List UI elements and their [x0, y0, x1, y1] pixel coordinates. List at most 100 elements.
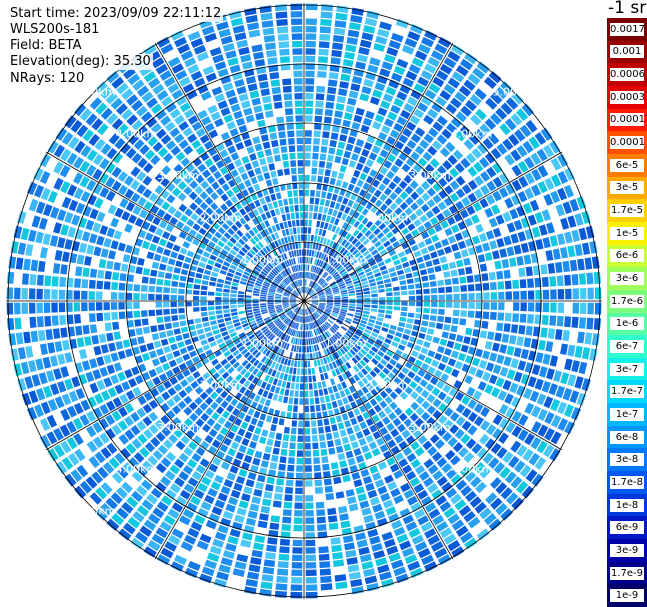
range-bin [163, 315, 171, 323]
colorbar-tick-label: 0.0001 [610, 136, 645, 150]
range-bin [281, 441, 289, 449]
range-bin [310, 405, 315, 412]
range-bin [304, 376, 308, 383]
range-bin [272, 94, 282, 102]
range-bin [305, 547, 316, 554]
colorbar-tick-label: 6e-5 [610, 158, 644, 172]
range-bin [171, 280, 179, 287]
range-bin [89, 268, 98, 278]
range-bin [222, 305, 230, 309]
range-bin [292, 55, 303, 63]
colorbar-segment: 0.0003 [607, 85, 647, 110]
range-bin [112, 272, 120, 281]
range-bin [324, 485, 333, 493]
colorbar-segment: 6e-7 [607, 335, 647, 359]
range-bin [51, 315, 59, 326]
range-bin [278, 463, 286, 471]
range-bin [311, 167, 318, 175]
radar-ppi-plot: 1.00km 1.00km 1.00km 1.00km 2.00km 2.00km 2.00… [6, 3, 602, 599]
range-bin [141, 318, 149, 326]
range-bin [320, 583, 333, 591]
range-bin [157, 271, 165, 278]
range-bin [437, 279, 445, 287]
range-bin [438, 287, 445, 294]
range-bin [296, 130, 303, 137]
range-bin [36, 302, 43, 314]
range-bin [330, 462, 339, 470]
range-bin [386, 292, 393, 297]
range-bin [118, 282, 126, 291]
range-bin [328, 79, 338, 87]
range-bin [305, 539, 316, 547]
range-bin [312, 145, 320, 153]
range-bin [525, 266, 533, 277]
range-bin [310, 190, 315, 197]
range-bin [150, 269, 158, 277]
range-bin [316, 85, 326, 93]
range-bin [481, 320, 489, 329]
range-bin [571, 274, 579, 286]
range-bin [304, 443, 311, 450]
range-bin [28, 302, 36, 314]
range-bin [267, 57, 278, 65]
range-bin [118, 292, 125, 300]
range-bin [163, 301, 170, 308]
range-bin [512, 279, 520, 289]
range-bin [331, 544, 342, 553]
range-bin [283, 168, 290, 176]
range-bin [401, 306, 408, 312]
range-bin [291, 175, 297, 182]
range-bin [279, 456, 287, 464]
range-bin [270, 79, 280, 87]
range-bin [547, 263, 556, 274]
range-bin [75, 325, 83, 336]
range-bin [555, 261, 563, 273]
range-bin [282, 509, 292, 517]
range-bin [59, 315, 67, 326]
range-bin [21, 288, 28, 300]
range-bin [431, 294, 438, 301]
colorbar-tick-label: 1e-8 [610, 498, 644, 512]
range-bin [300, 361, 304, 368]
range-bin [284, 494, 293, 502]
range-bin [296, 219, 300, 227]
range-bin [308, 212, 313, 219]
range-bin [103, 312, 111, 321]
range-bin [593, 318, 601, 331]
range-bin [319, 26, 331, 34]
range-bin [580, 288, 587, 300]
range-label: 5.00km [74, 86, 116, 99]
range-bin [490, 302, 498, 310]
range-bin [6, 287, 14, 300]
range-bin [148, 309, 156, 317]
range-bin [318, 434, 326, 442]
range-bin [431, 301, 438, 308]
range-bin [264, 552, 276, 560]
range-bin [36, 274, 44, 286]
range-bin [423, 308, 430, 314]
range-bin [110, 302, 118, 310]
start-time-text: Start time: 2023/09/09 22:11:12 [8, 6, 224, 22]
range-bin [298, 189, 304, 197]
range-bin [295, 107, 303, 115]
colorbar-tick-label: 6e-9 [610, 521, 644, 535]
range-bin [133, 302, 140, 309]
range-bin [293, 70, 303, 78]
range-bin [292, 554, 303, 562]
range-bin [170, 287, 178, 294]
range-bin [285, 486, 293, 494]
range-bin [451, 317, 459, 325]
range-bin [111, 312, 119, 320]
range-bin [112, 321, 120, 330]
range-bin [274, 590, 287, 598]
range-bin [280, 448, 288, 456]
range-bin [316, 509, 326, 517]
range-bin [289, 442, 296, 450]
range-bin [290, 584, 303, 591]
range-bin [325, 493, 335, 501]
range-bin [371, 297, 378, 301]
range-bin [296, 137, 303, 145]
range-bin [330, 132, 339, 140]
range-bin [305, 584, 318, 591]
range-bin [193, 284, 201, 290]
